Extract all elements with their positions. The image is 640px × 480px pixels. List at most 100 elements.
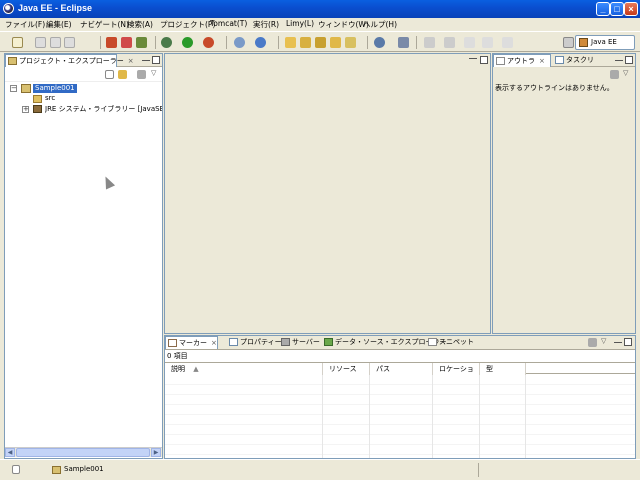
properties-tab-label: プロパティー: [240, 338, 282, 346]
markers-table-header: 説明 ▲ リソース パス ロケーション 型: [165, 362, 635, 385]
next-annotation-icon[interactable]: [424, 37, 435, 48]
item-count: 0 項目: [167, 352, 188, 360]
view-menu-icon[interactable]: [610, 70, 619, 79]
save-icon[interactable]: [35, 37, 46, 48]
project-explorer-toolbar: ▽: [5, 68, 162, 82]
bottom-panel: マーカー × プロパティー サーバー データ・ソース・エクスプローラー スニペット…: [164, 335, 636, 459]
scroll-left-icon[interactable]: ◀: [5, 448, 15, 457]
search-icon[interactable]: [398, 37, 409, 48]
minimize-view-icon[interactable]: [469, 58, 477, 59]
link-editor-icon[interactable]: [118, 70, 127, 79]
fast-view-icon[interactable]: [12, 465, 20, 474]
maximize-view-icon[interactable]: [480, 56, 488, 64]
menu-window[interactable]: ウィンドウ(W): [318, 19, 369, 30]
external-tools-icon[interactable]: [203, 37, 214, 48]
menu-navigate[interactable]: ナビゲート(N): [80, 19, 129, 30]
last-edit-icon[interactable]: [464, 37, 475, 48]
folder-icon[interactable]: [330, 37, 341, 48]
view-menu-icon[interactable]: [137, 70, 146, 79]
open-perspective-icon[interactable]: [563, 37, 574, 48]
deploy-icon[interactable]: [121, 37, 132, 48]
new-class-icon[interactable]: [255, 37, 266, 48]
scroll-right-icon[interactable]: ▶: [151, 448, 161, 457]
tree-expander[interactable]: −: [10, 85, 17, 92]
menu-run[interactable]: 実行(R): [253, 19, 279, 30]
minimize-view-icon[interactable]: [615, 60, 623, 61]
column-location[interactable]: ロケーション: [433, 363, 480, 385]
java-ee-icon: [579, 38, 588, 47]
tree-expander[interactable]: +: [22, 106, 29, 113]
maximize-view-icon[interactable]: [625, 56, 633, 64]
close-button[interactable]: ×: [624, 2, 638, 16]
servers-icon: [281, 338, 290, 346]
outline-tabbar: アウトラ × タスクリ: [493, 54, 635, 67]
globe-icon[interactable]: [374, 37, 385, 48]
sort-ascending-icon: ▲: [193, 365, 199, 373]
outline-icon: [496, 57, 505, 65]
forward-icon[interactable]: [502, 37, 513, 48]
outline-empty-message: 表示するアウトラインはありません。: [495, 84, 614, 92]
column-path[interactable]: パス: [370, 363, 433, 375]
close-icon[interactable]: ×: [539, 57, 545, 65]
run-icon[interactable]: [182, 37, 193, 48]
print-icon[interactable]: [64, 37, 75, 48]
tab-properties[interactable]: プロパティー: [227, 336, 285, 349]
snippets-tab-label: スニペット: [439, 338, 474, 346]
tab-markers[interactable]: マーカー ×: [165, 336, 218, 349]
debug-icon[interactable]: [161, 37, 172, 48]
maximize-view-icon[interactable]: [624, 338, 632, 346]
menu-file[interactable]: ファイル(F): [5, 19, 45, 30]
maximize-button[interactable]: □: [610, 2, 624, 16]
tab-servers[interactable]: サーバー: [279, 336, 323, 349]
library-icon: [33, 105, 42, 113]
server-icon[interactable]: [106, 37, 117, 48]
view-menu-icon[interactable]: [588, 338, 597, 347]
close-icon[interactable]: ×: [211, 339, 217, 347]
tree-item-jre-library[interactable]: JRE システム・ライブラリー [JavaSE-1.6: [45, 105, 162, 114]
menu-help[interactable]: ヘルプ(H): [363, 19, 397, 30]
server-stop-icon[interactable]: [136, 37, 147, 48]
open-resource-icon[interactable]: [300, 37, 311, 48]
chevron-down-icon[interactable]: ▽: [151, 69, 156, 77]
outline-panel: アウトラ × タスクリ ▽ 表示するアウトラインはありません。: [492, 53, 636, 334]
project-explorer-tab-label: プロジェクト・エクスプローラー: [19, 57, 124, 65]
back-icon[interactable]: [482, 37, 493, 48]
perspective-switch[interactable]: Java EE: [575, 35, 635, 50]
scroll-thumb[interactable]: [16, 448, 150, 457]
tab-task-list[interactable]: タスクリ: [553, 54, 603, 67]
tree-item-sample001[interactable]: Sample001: [33, 84, 77, 93]
title-bar: Java EE - Eclipse _ □ ×: [0, 0, 640, 18]
tab-project-explorer[interactable]: プロジェクト・エクスプローラー ×: [5, 54, 134, 67]
menu-search[interactable]: 検索(A): [127, 19, 153, 30]
menu-limy[interactable]: Limy(L): [286, 19, 314, 28]
menu-tomcat[interactable]: Tomcat(T): [210, 19, 247, 28]
open-task-icon[interactable]: [315, 37, 326, 48]
minimize-view-icon[interactable]: [614, 342, 622, 343]
close-icon[interactable]: ×: [128, 57, 134, 65]
snippets-icon: [428, 338, 437, 346]
column-description[interactable]: 説明 ▲: [165, 363, 323, 375]
minimize-view-icon[interactable]: [142, 60, 150, 61]
bottom-tabbar: マーカー × プロパティー サーバー データ・ソース・エクスプローラー スニペット…: [165, 336, 635, 350]
menu-edit[interactable]: 編集(E): [46, 19, 72, 30]
column-type[interactable]: 型: [480, 363, 526, 375]
previous-annotation-icon[interactable]: [444, 37, 455, 48]
tab-outline[interactable]: アウトラ ×: [493, 54, 551, 67]
open-type-icon[interactable]: [285, 37, 296, 48]
project-folder-icon: [52, 466, 61, 474]
chevron-down-icon[interactable]: ▽: [601, 337, 606, 345]
new-java-project-icon[interactable]: [234, 37, 245, 48]
column-resource[interactable]: リソース: [323, 363, 370, 375]
menu-project[interactable]: プロジェクト(P): [160, 19, 215, 30]
horizontal-scrollbar[interactable]: ◀ ▶: [5, 447, 162, 457]
minimize-button[interactable]: _: [596, 2, 610, 16]
maximize-view-icon[interactable]: [152, 56, 160, 64]
tab-snippets[interactable]: スニペット: [426, 336, 477, 349]
tree-item-src[interactable]: src: [45, 94, 55, 103]
perspective-label: Java EE: [591, 38, 617, 46]
pencil-icon[interactable]: [345, 37, 356, 48]
new-icon[interactable]: [12, 37, 23, 48]
collapse-all-icon[interactable]: [105, 70, 114, 79]
save-all-icon[interactable]: [50, 37, 61, 48]
chevron-down-icon[interactable]: ▽: [623, 69, 628, 77]
